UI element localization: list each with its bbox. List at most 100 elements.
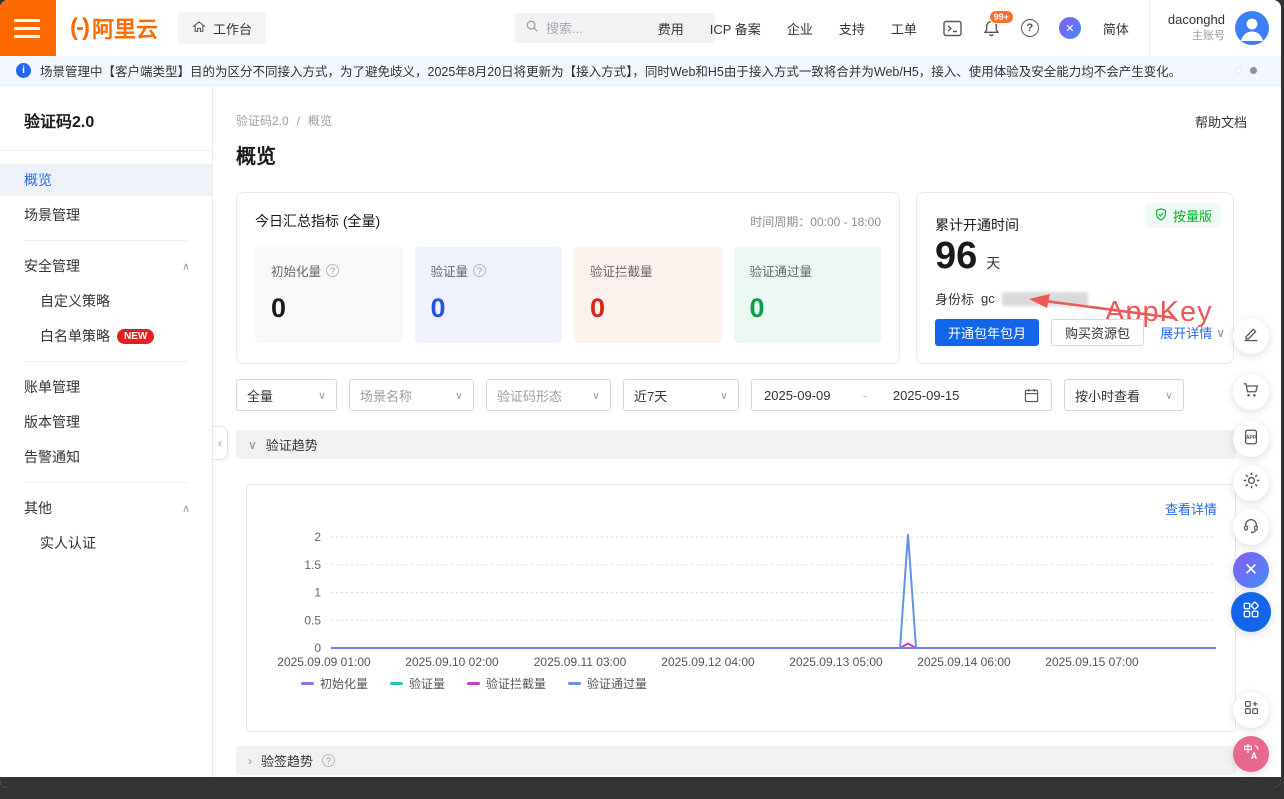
menu-item-tickets[interactable]: 工单 (891, 19, 917, 38)
legend-item[interactable]: 验证量 (390, 675, 445, 692)
pencil-icon (1242, 325, 1260, 348)
sidebar-group-security[interactable]: 安全管理 ∧ (0, 250, 212, 282)
verify-trend-chart-card: 00.511.522025.09.09 01:002025.09.10 02:0… (246, 484, 1236, 732)
calendar-icon (1024, 388, 1039, 403)
headset-icon (1242, 516, 1260, 539)
account-menu[interactable]: daconghd 主账号 (1149, 0, 1269, 56)
workbench-button[interactable]: 工作台 (178, 12, 266, 44)
captcha-type-select[interactable]: 验证码形态∨ (486, 379, 611, 411)
scope-select[interactable]: 全量∨ (236, 379, 337, 411)
sidebar-item-alert-notification[interactable]: 告警通知 (0, 441, 212, 473)
sidebar-item-scene-management[interactable]: 场景管理 (0, 199, 212, 231)
menu-item-billing[interactable]: 费用 (658, 19, 684, 38)
sidebar-item-overview[interactable]: 概览 (0, 164, 212, 196)
help-circle-icon[interactable]: ? (322, 754, 335, 767)
sign-trend-header[interactable]: › 验签趋势 ? (236, 746, 1236, 775)
breadcrumb-root[interactable]: 验证码2.0 (236, 112, 289, 129)
ai-assistant-fab[interactable]: ✕ (1233, 552, 1269, 588)
help-doc-link[interactable]: 帮助文档 (1195, 112, 1247, 131)
legend-item[interactable]: 验证拦截量 (467, 675, 546, 692)
sidebar-item-billing-management[interactable]: 账单管理 (0, 371, 212, 403)
terminal-icon[interactable] (943, 20, 962, 37)
sidebar-item-custom-policy[interactable]: 自定义策略 (0, 285, 212, 317)
expand-details-label: 展开详情 (1160, 323, 1212, 342)
notification-bell-icon[interactable]: 99+ (982, 19, 1001, 38)
metric-value: 0 (750, 293, 866, 324)
expand-details-link[interactable]: 展开详情 ∨ (1160, 323, 1225, 342)
settings-button[interactable] (1233, 465, 1269, 501)
date-start[interactable]: 2025-09-09 (764, 388, 831, 403)
feedback-edit-button[interactable] (1233, 318, 1269, 354)
translate-button[interactable]: 中A (1233, 736, 1269, 772)
chevron-down-icon: ∨ (1216, 326, 1225, 340)
sidebar-collapse-handle[interactable]: ‹ (213, 426, 228, 460)
account-type: 主账号 (1168, 29, 1225, 43)
svg-text:2025.09.13 05:00: 2025.09.13 05:00 (789, 655, 883, 669)
language-switch[interactable]: 简体 (1103, 19, 1129, 38)
support-button[interactable] (1233, 509, 1269, 545)
sidebar-group-label: 安全管理 (24, 256, 80, 276)
metric-tiles: 初始化量? 0 验证量? 0 验证拦截量 0 验证通过量 0 (255, 247, 881, 343)
avatar[interactable] (1235, 11, 1269, 45)
sidebar-item-label: 白名单策略 (40, 326, 110, 346)
notice-dot-1[interactable] (1235, 67, 1242, 74)
menu-item-enterprise[interactable]: 企业 (787, 19, 813, 38)
buy-resource-pack-button[interactable]: 购买资源包 (1051, 319, 1144, 346)
legend-item[interactable]: 验证通过量 (568, 675, 647, 692)
legend-swatch-icon (301, 682, 314, 685)
legend-swatch-icon (467, 682, 480, 685)
account-card-title: 累计开通时间 (935, 215, 1019, 235)
shield-check-icon (1154, 207, 1168, 225)
sidebar-item-version-management[interactable]: 版本管理 (0, 406, 212, 438)
svg-text:2025.09.14 06:00: 2025.09.14 06:00 (917, 655, 1011, 669)
aliyun-logo[interactable]: (-) 阿里云 (70, 12, 158, 44)
hamburger-menu-icon[interactable] (0, 0, 56, 56)
apps-grid-fab[interactable] (1231, 592, 1271, 632)
svg-text:0.5: 0.5 (304, 613, 321, 627)
captcha-type-placeholder: 验证码形态 (497, 386, 562, 405)
granularity-select[interactable]: 按小时查看∨ (1064, 379, 1184, 411)
cart-button[interactable] (1233, 374, 1269, 410)
mini-program-button[interactable] (1233, 692, 1269, 728)
trend-line-chart: 00.511.522025.09.09 01:002025.09.10 02:0… (247, 485, 1237, 733)
legend-item[interactable]: 初始化量 (301, 675, 368, 692)
scene-name-select[interactable]: 场景名称∨ (349, 379, 474, 411)
metric-tile-init: 初始化量? 0 (255, 247, 403, 343)
top-menu: 费用 ICP 备案 企业 支持 工单 (658, 19, 917, 38)
notice-banner: i 场景管理中【客户端类型】目的为区分不同接入方式，为了避免歧义，2025年8月… (0, 56, 1281, 86)
legend-swatch-icon (568, 682, 581, 685)
sidebar-group-other[interactable]: 其他 ∧ (0, 492, 212, 524)
subscribe-button[interactable]: 开通包年包月 (935, 319, 1039, 346)
topbar: (-) 阿里云 工作台 费用 ICP 备案 企业 支持 工单 99+ (0, 0, 1281, 56)
menu-item-icp[interactable]: ICP 备案 (710, 19, 761, 38)
menu-item-support[interactable]: 支持 (839, 19, 865, 38)
browser-page: (-) 阿里云 工作台 费用 ICP 备案 企业 支持 工单 99+ (0, 0, 1281, 788)
cart-icon (1242, 381, 1260, 404)
sidebar-item-whitelist-policy[interactable]: 白名单策略 NEW (0, 320, 212, 352)
chevron-up-icon: ∧ (182, 260, 190, 273)
help-circle-icon[interactable]: ? (326, 264, 339, 277)
sidebar-divider (24, 240, 188, 241)
date-range-picker[interactable]: 2025-09-09 - 2025-09-15 (751, 379, 1052, 411)
metric-label: 验证通过量 (750, 261, 813, 280)
help-icon[interactable]: ? (1021, 19, 1039, 37)
taskbar[interactable] (0, 777, 1281, 788)
help-circle-icon[interactable]: ? (473, 264, 486, 277)
svg-text:2025.09.11 03:00: 2025.09.11 03:00 (534, 655, 627, 669)
metric-label: 验证拦截量 (590, 261, 653, 280)
verify-trend-header[interactable]: ∨ 验证趋势 (236, 430, 1236, 459)
legend-swatch-icon (390, 682, 403, 685)
plan-badge[interactable]: 按量版 (1145, 203, 1221, 228)
notice-dot-2[interactable] (1250, 67, 1257, 74)
view-details-link[interactable]: 查看详情 (1165, 499, 1217, 518)
summary-card: 今日汇总指标 (全量) 时间周期：00:00 - 18:00 初始化量? 0 验… (236, 192, 900, 364)
app-download-button[interactable]: APP (1233, 421, 1269, 457)
date-end[interactable]: 2025-09-15 (893, 388, 960, 403)
sidebar-item-real-person-auth[interactable]: 实人认证 (0, 527, 212, 559)
apps-grid-icon (1242, 601, 1260, 624)
notification-badge: 99+ (989, 10, 1014, 24)
time-range-select[interactable]: 近7天∨ (623, 379, 739, 411)
chevron-right-icon: › (248, 754, 252, 768)
ai-assistant-icon[interactable]: ✕ (1059, 17, 1081, 39)
svg-text:2025.09.09 01:00: 2025.09.09 01:00 (277, 655, 371, 669)
